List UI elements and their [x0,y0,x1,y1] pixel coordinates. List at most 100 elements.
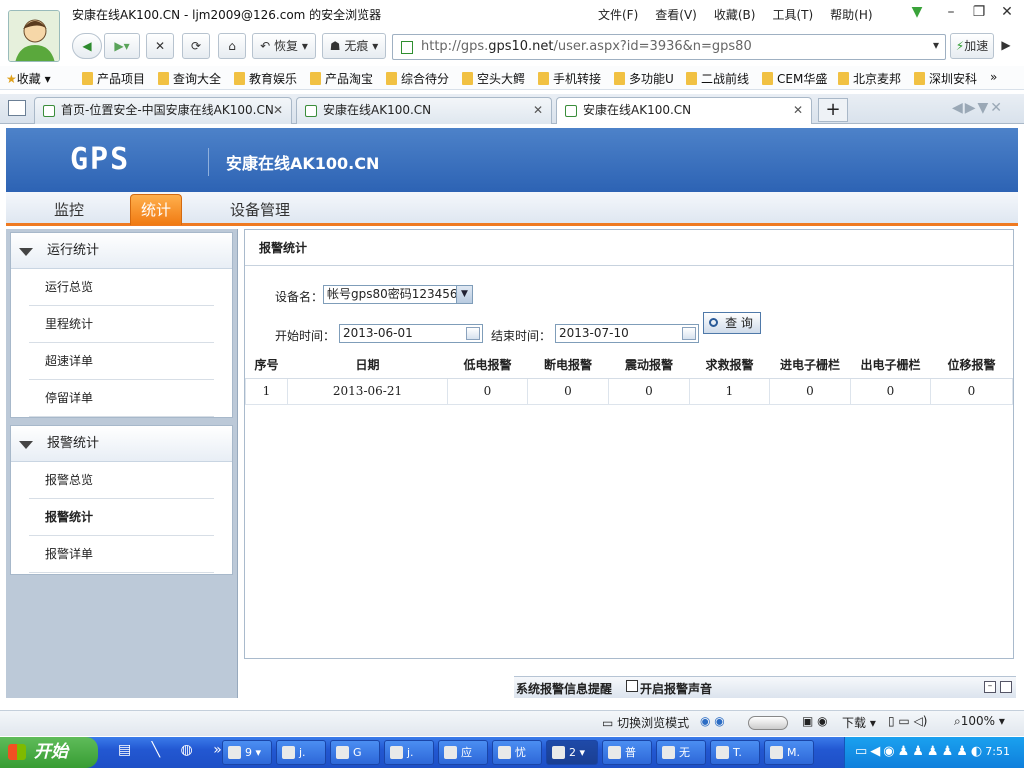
fav-item[interactable]: 手机转接 [538,70,601,87]
taskbar-item[interactable]: 忧 [492,740,542,765]
minimize-icon[interactable]: – [942,4,960,22]
tab-ak100-active[interactable]: 安康在线AK100.CN ✕ [556,97,812,124]
fav-item[interactable]: 多功能U [614,70,674,87]
taskbar-item[interactable]: 9 ▾ [222,740,272,765]
sidebar-item-overspeed[interactable]: 超速详单 [29,343,214,380]
maximize-panel-icon[interactable] [1000,681,1012,693]
maximize-icon[interactable]: ❐ [970,4,988,22]
sidebar-item-alarm-overview[interactable]: 报警总览 [29,462,214,499]
device-select[interactable]: 帐号gps80密码123456 ▼ [323,285,473,304]
zoom-control[interactable]: ⌕100% ▾ [954,714,1005,729]
sidebar-item-stay[interactable]: 停留详单 [29,380,214,417]
col-low-battery: 低电报警 [447,352,528,379]
tab-ak100[interactable]: 安康在线AK100.CN ✕ [296,97,552,124]
fav-item[interactable]: 深圳安科 [914,70,977,87]
download-button[interactable]: 下载 ▾ [842,714,876,731]
sidebar-item-run-overview[interactable]: 运行总览 [29,269,214,306]
close-window-icon[interactable]: ✕ [998,4,1016,22]
fav-item[interactable]: 查询大全 [158,70,221,87]
status-icons-3[interactable]: ▯ ▭ ◁) [888,714,927,728]
menu-tools[interactable]: 工具(T) [772,6,813,23]
skin-icon[interactable]: ▼ [908,4,926,22]
forward-button[interactable]: ▶▾ [104,33,140,59]
browse-mode-toggle[interactable]: ▭ 切换浏览模式 [602,714,689,731]
tab-nav-icons[interactable]: ◀▶▼✕ [952,100,1004,116]
toolbar-more-icon[interactable]: ▶ [996,33,1016,59]
col-fence-out: 出电子栅栏 [850,352,931,379]
taskbar-item[interactable]: 无 [656,740,706,765]
alarm-sound-checkbox[interactable] [626,680,638,692]
quick-launch-icons[interactable]: ▤ ╲ ◍ » [118,742,230,758]
fav-item[interactable]: 教育娱乐 [234,70,297,87]
minimize-panel-icon[interactable]: – [984,681,996,693]
app-icon [498,746,511,759]
refresh-button[interactable]: ⟳ [182,33,210,59]
excel-icon [770,746,783,759]
restore-button[interactable]: ↶ 恢复 ▾ [252,33,316,59]
status-icons[interactable]: ◉ ◉ [700,714,725,728]
accelerate-button[interactable]: ⚡加速 [950,33,994,59]
sidebar-group-header[interactable]: 运行统计 [11,233,232,269]
col-displacement: 位移报警 [930,352,1013,379]
tab-close-icon[interactable]: ✕ [793,98,803,123]
col-sos: 求救报警 [689,352,770,379]
taskbar-item[interactable]: T. [710,740,760,765]
toggle-switch-icon[interactable] [748,716,788,730]
folder-icon [228,746,241,759]
nav-statistics[interactable]: 统计 [130,194,182,225]
nav-device-management[interactable]: 设备管理 [230,199,290,220]
stop-button[interactable]: ✕ [146,33,174,59]
alarm-sound-label: 开启报警声音 [640,682,713,696]
menu-help[interactable]: 帮助(H) [830,6,872,23]
menu-file[interactable]: 文件(F) [598,6,638,23]
favorites-menu[interactable]: ★收藏 ▾ [6,70,51,87]
new-tab-button[interactable]: + [818,98,848,122]
taskbar-item[interactable]: 应 [438,740,488,765]
tab-close-icon[interactable]: ✕ [273,98,283,123]
sidebar: 运行统计 运行总览 里程统计 超速详单 停留详单 报警统计 报警总览 报警统计 … [6,229,238,698]
fav-item[interactable]: CEM华盛 [762,70,827,87]
home-button[interactable]: ⌂ [218,33,246,59]
fav-overflow-icon[interactable]: » [990,70,997,84]
tray-icons[interactable]: ▭◀◉♟♟♟♟♟◐ [855,744,985,759]
taskbar-item[interactable]: j. [384,740,434,765]
sidebar-item-mileage[interactable]: 里程统计 [29,306,214,343]
app-icon [336,746,349,759]
address-dropdown-icon[interactable]: ▾ [926,33,946,59]
sidebar-toggle-icon[interactable] [8,100,26,116]
sidebar-item-alarm-statistics[interactable]: 报警统计 [29,499,214,536]
app-icon [662,746,675,759]
fav-item[interactable]: 综合待分 [386,70,449,87]
taskbar-item[interactable]: j. [276,740,326,765]
taskbar-item[interactable]: G [330,740,380,765]
calendar-icon[interactable] [682,327,696,340]
start-button[interactable]: 开始 [0,737,98,768]
address-bar[interactable]: http://gps.gps10.net/user.aspx?id=3936&n… [392,34,946,60]
nav-monitor[interactable]: 监控 [54,199,84,220]
end-date-input[interactable]: 2013-07-10 [555,324,699,343]
system-tray: ▭◀◉♟♟♟♟♟◐ 7:51 [844,737,1024,768]
menu-view[interactable]: 查看(V) [655,6,697,23]
fav-item[interactable]: 空头大鳄 [462,70,525,87]
taskbar-item[interactable]: 普 [602,740,652,765]
menu-favorites[interactable]: 收藏(B) [714,6,756,23]
fav-item[interactable]: 二战前线 [686,70,749,87]
taskbar-item-active[interactable]: 2 ▾ [546,740,598,765]
noscript-button[interactable]: ☗ 无痕 ▾ [322,33,386,59]
start-date-input[interactable]: 2013-06-01 [339,324,483,343]
sidebar-item-alarm-details[interactable]: 报警详单 [29,536,214,573]
status-icons-2[interactable]: ▣ ◉ [802,714,828,728]
fav-item[interactable]: 产品淘宝 [310,70,373,87]
sidebar-group-header[interactable]: 报警统计 [11,426,232,462]
tab-home[interactable]: 首页-位置安全-中国安康在线AK100.CN ✕ [34,97,292,124]
calendar-icon[interactable] [466,327,480,340]
fav-item[interactable]: 产品项目 [82,70,145,87]
tab-close-icon[interactable]: ✕ [533,98,543,123]
home-icon: ⌂ [228,39,236,53]
back-button[interactable]: ◀ [72,33,102,59]
query-button[interactable]: 查 询 [703,312,761,334]
alarm-table: 序号 日期 低电报警 断电报警 震动报警 求救报警 进电子栅栏 出电子栅栏 位移… [245,352,1013,405]
taskbar-item[interactable]: M. [764,740,814,765]
address-text[interactable]: http://gps.gps10.net/user.aspx?id=3936&n… [421,39,752,54]
fav-item[interactable]: 北京麦邦 [838,70,901,87]
